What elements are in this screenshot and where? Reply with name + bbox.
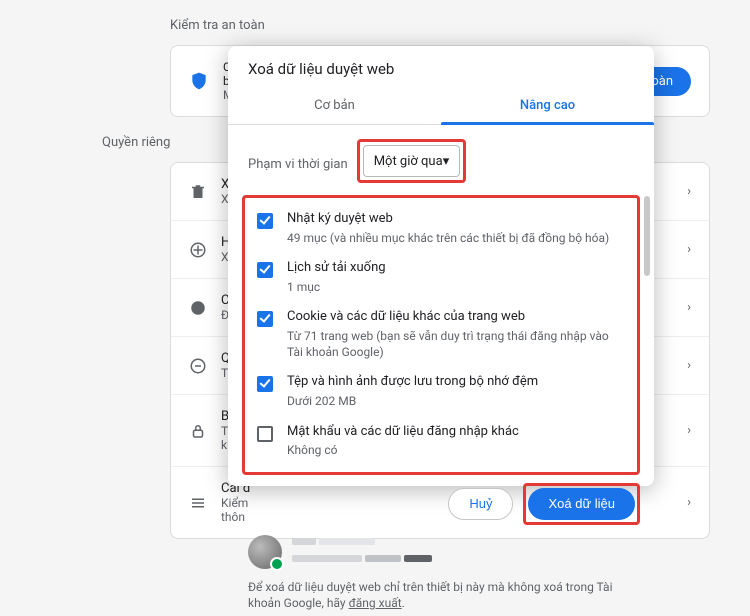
- cancel-button[interactable]: Huỷ: [448, 488, 513, 520]
- data-type-row: Mật khẩu và các dữ liệu đăng nhập khácKh…: [251, 417, 631, 466]
- data-type-subtitle: Không có: [287, 442, 625, 458]
- profile-redacted-text: [292, 535, 634, 569]
- highlight-items: Nhật ký duyệt web 49 mục (và nhiều mục kh…: [242, 195, 640, 475]
- data-type-subtitle: 1 mục: [287, 279, 625, 295]
- clear-data-button[interactable]: Xoá dữ liệu: [528, 488, 635, 520]
- data-type-row: Lịch sử tải xuống 1 mục: [251, 253, 631, 302]
- checkbox[interactable]: [257, 311, 273, 327]
- synced-profile-row: [228, 527, 654, 573]
- time-range-value: Một giờ qua: [374, 154, 443, 169]
- dialog-tabs: Cơ bản Nâng cao: [228, 88, 654, 125]
- tune-icon: [189, 357, 207, 375]
- checkbox[interactable]: [257, 376, 273, 392]
- dialog-buttons: Huỷ Xoá dữ liệu: [228, 477, 654, 527]
- chevron-right-icon: ›: [687, 184, 691, 199]
- checkbox[interactable]: [257, 262, 273, 278]
- data-type-title: Lịch sử tải xuống: [287, 260, 625, 277]
- scrollbar-thumb[interactable]: [644, 196, 650, 276]
- tab-advanced[interactable]: Nâng cao: [441, 88, 654, 124]
- target-icon: [189, 241, 207, 259]
- highlight-submit: Xoá dữ liệu: [523, 483, 640, 525]
- data-type-title: Tệp và hình ảnh được lưu trong bộ nhớ đệ…: [287, 374, 625, 391]
- lock-icon: [189, 422, 207, 440]
- data-type-subtitle: Từ 71 trang web (bạn sẽ vẫn duy trì trạn…: [287, 328, 625, 360]
- shield-icon: [189, 71, 209, 91]
- data-type-row: Tệp và hình ảnh được lưu trong bộ nhớ đệ…: [251, 367, 631, 416]
- data-type-title: Nhật ký duyệt web: [287, 211, 625, 228]
- signout-note: Để xoá dữ liệu duyệt web chỉ trên thiết …: [228, 573, 654, 616]
- chevron-right-icon: ›: [687, 423, 691, 438]
- checkbox[interactable]: [257, 213, 273, 229]
- checkbox[interactable]: [257, 426, 273, 442]
- clear-browsing-data-dialog: Xoá dữ liệu duyệt web Cơ bản Nâng cao Ph…: [228, 46, 654, 486]
- sync-badge-icon: [270, 557, 284, 571]
- trash-icon: [189, 183, 207, 201]
- caret-down-icon: ▾: [443, 154, 450, 169]
- avatar: [248, 535, 282, 569]
- cookie-icon: [189, 299, 207, 317]
- time-range-label: Phạm vi thời gian: [248, 151, 348, 172]
- data-type-subtitle: 49 mục (và nhiều mục khác trên các thiết…: [287, 230, 625, 246]
- tab-basic[interactable]: Cơ bản: [228, 88, 441, 124]
- section-title-safety: Kiểm tra an toàn: [170, 18, 710, 33]
- signout-link[interactable]: đăng xuất: [349, 596, 402, 610]
- chevron-right-icon: ›: [687, 242, 691, 257]
- chevron-right-icon: ›: [687, 358, 691, 373]
- highlight-time-range: Một giờ qua ▾: [357, 139, 467, 183]
- time-range-row: Phạm vi thời gian Một giờ qua ▾: [228, 125, 654, 189]
- sliders-icon: [189, 494, 207, 512]
- data-type-row: Cookie và các dữ liệu khác của trang web…: [251, 302, 631, 367]
- data-type-row: Nhật ký duyệt web 49 mục (và nhiều mục kh…: [251, 204, 631, 253]
- data-type-title: Cookie và các dữ liệu khác của trang web: [287, 309, 625, 326]
- chevron-right-icon: ›: [687, 300, 691, 315]
- data-type-title: Mật khẩu và các dữ liệu đăng nhập khác: [287, 424, 625, 441]
- dialog-title: Xoá dữ liệu duyệt web: [228, 46, 654, 88]
- time-range-select[interactable]: Một giờ qua ▾: [363, 145, 461, 177]
- data-type-subtitle: Dưới 202 MB: [287, 393, 625, 409]
